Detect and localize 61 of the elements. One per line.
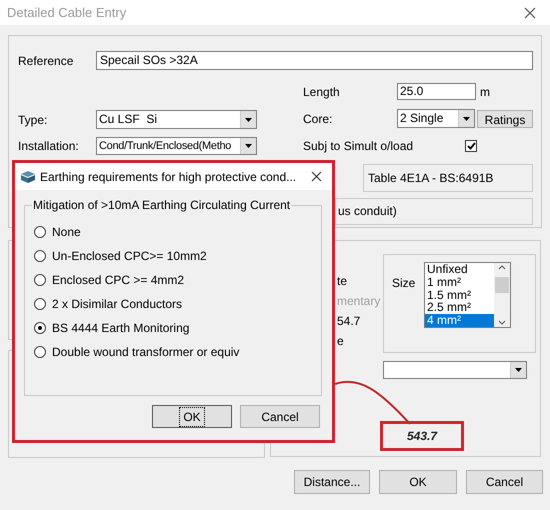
dialog-button[interactable]: OK bbox=[379, 470, 457, 494]
window-title: Detailed Cable Entry bbox=[7, 4, 126, 22]
dialog-button[interactable]: Distance... bbox=[294, 470, 370, 494]
scroll-down-icon[interactable] bbox=[498, 320, 506, 325]
result-text: mentary bbox=[337, 293, 382, 310]
radio-button[interactable] bbox=[34, 250, 46, 262]
list-item[interactable]: 1 mm² bbox=[425, 276, 494, 289]
radio-button[interactable] bbox=[34, 226, 46, 238]
ratings-button[interactable]: Ratings bbox=[477, 110, 533, 128]
installation-select[interactable]: Cond/Trunk/Enclosed(Metho bbox=[96, 137, 257, 155]
check-icon bbox=[466, 142, 476, 150]
field-label: Length bbox=[303, 84, 341, 100]
empty-select[interactable] bbox=[383, 361, 527, 379]
radio-label: 2 x Disimilar Conductors bbox=[52, 296, 182, 313]
radio-label: None bbox=[52, 224, 81, 241]
dropdown-arrow-icon bbox=[245, 118, 252, 122]
dropdown-arrow-icon bbox=[463, 116, 470, 120]
radio-label: BS 4444 Earth Monitoring bbox=[52, 320, 190, 337]
radio-button[interactable] bbox=[34, 298, 46, 310]
close-icon[interactable] bbox=[524, 6, 536, 18]
radio-button[interactable] bbox=[34, 274, 46, 286]
radio-label: Un-Enclosed CPC>= 10mm2 bbox=[52, 248, 207, 265]
dialog-button[interactable]: Cancel bbox=[240, 405, 320, 428]
installation-detail-field: us conduit) bbox=[335, 198, 533, 225]
scrollbar[interactable] bbox=[494, 263, 510, 327]
dropdown-arrow-icon bbox=[515, 368, 522, 372]
list-item[interactable]: Unfixed bbox=[425, 263, 494, 276]
core-select[interactable]: 2 Single bbox=[397, 109, 475, 128]
unit-label: m bbox=[480, 84, 490, 100]
radio-button[interactable] bbox=[34, 346, 46, 358]
field-label: Type: bbox=[18, 112, 48, 128]
dialog-button[interactable]: Cancel bbox=[466, 470, 543, 494]
checkbox[interactable] bbox=[465, 140, 477, 152]
radio-button[interactable] bbox=[34, 322, 46, 334]
field-label: Core: bbox=[303, 110, 334, 128]
close-icon[interactable] bbox=[311, 171, 322, 182]
radio-label: Enclosed CPC >= 4mm2 bbox=[52, 272, 184, 289]
group-label: Mitigation of >10mA Earthing Circulating Current bbox=[32, 197, 292, 214]
result-text: 54.7 bbox=[337, 313, 362, 330]
list-item[interactable]: 4 mm² bbox=[425, 314, 494, 327]
field-label: Reference bbox=[18, 52, 74, 70]
size-list[interactable]: Unfixed 1 mm² 1.5 mm² 2.5 mm² 4 mm² bbox=[424, 262, 511, 328]
table-reference-field: Table 4E1A - BS:6491B bbox=[363, 164, 533, 192]
reference-field[interactable]: Specail SOs >32A bbox=[96, 51, 533, 70]
field-label: Installation: bbox=[18, 138, 80, 155]
app-icon bbox=[20, 170, 36, 184]
size-label: Size bbox=[392, 275, 416, 292]
checkbox-label: Subj to Simult o/load bbox=[303, 138, 414, 155]
scroll-up-icon[interactable] bbox=[498, 265, 506, 270]
length-field[interactable]: 25.0 bbox=[397, 83, 476, 100]
scroll-thumb[interactable] bbox=[495, 276, 509, 293]
result-text: te bbox=[337, 273, 348, 290]
dropdown-arrow-icon bbox=[245, 144, 252, 148]
list-item[interactable]: 2.5 mm² bbox=[425, 301, 494, 314]
dialog-title: Earthing requirements for high protective cond... bbox=[40, 168, 298, 186]
highlighted-value: 543.7 bbox=[380, 421, 464, 451]
list-item[interactable]: 1.5 mm² bbox=[425, 288, 494, 302]
result-text: e bbox=[337, 333, 345, 350]
dialog-button[interactable]: OK bbox=[152, 405, 232, 428]
type-select[interactable]: Cu LSF Si bbox=[96, 110, 257, 129]
radio-label: Double wound transformer or equiv bbox=[52, 344, 240, 361]
